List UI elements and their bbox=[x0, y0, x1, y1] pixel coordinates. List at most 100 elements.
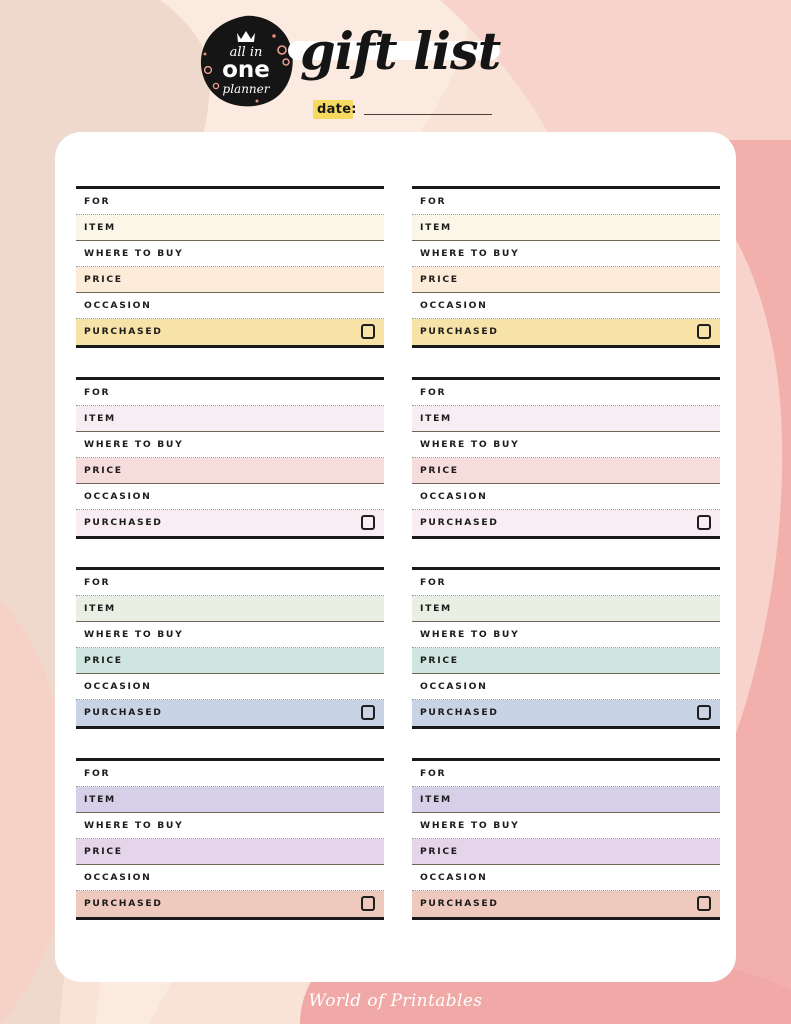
field-price[interactable]: PRICE bbox=[412, 267, 720, 293]
field-occasion[interactable]: OCCASION bbox=[76, 484, 384, 510]
field-where_to_buy-label: WHERE TO BUY bbox=[420, 629, 520, 640]
purchased-checkbox[interactable] bbox=[697, 324, 711, 339]
field-for[interactable]: FOR bbox=[412, 380, 720, 406]
field-where_to_buy[interactable]: WHERE TO BUY bbox=[76, 622, 384, 648]
field-occasion[interactable]: OCCASION bbox=[76, 865, 384, 891]
field-purchased[interactable]: PURCHASED bbox=[76, 319, 384, 345]
purchased-checkbox[interactable] bbox=[361, 895, 375, 911]
field-purchased-label: PURCHASED bbox=[420, 326, 499, 337]
purchased-checkbox[interactable] bbox=[361, 324, 375, 339]
field-where_to_buy[interactable]: WHERE TO BUY bbox=[412, 432, 720, 458]
field-for-label: FOR bbox=[84, 386, 111, 398]
field-purchased-label: PURCHASED bbox=[420, 897, 499, 909]
field-for[interactable]: FOR bbox=[76, 189, 384, 215]
gift-entry-card: FOR ITEM WHERE TO BUY PRICE OCCASION PURCHASE… bbox=[76, 757, 384, 920]
field-where_to_buy[interactable]: WHERE TO BUY bbox=[76, 432, 384, 458]
page-header: all in one planner gift list date: bbox=[0, 0, 791, 132]
page-footer: World of Printables ♡ bbox=[0, 970, 791, 1024]
field-for-label: FOR bbox=[420, 767, 447, 779]
field-for-label: FOR bbox=[420, 577, 447, 588]
field-occasion[interactable]: OCCASION bbox=[412, 484, 720, 510]
field-where_to_buy-label: WHERE TO BUY bbox=[420, 438, 520, 450]
brand-name: World of Printables bbox=[308, 991, 483, 1011]
field-price[interactable]: PRICE bbox=[76, 457, 384, 484]
field-purchased[interactable]: PURCHASED bbox=[76, 700, 384, 726]
field-purchased-label: PURCHASED bbox=[84, 707, 163, 718]
purchased-checkbox[interactable] bbox=[697, 705, 711, 720]
field-purchased[interactable]: PURCHASED bbox=[412, 319, 720, 345]
field-purchased[interactable]: PURCHASED bbox=[412, 890, 720, 917]
field-where_to_buy[interactable]: WHERE TO BUY bbox=[412, 622, 720, 648]
field-price-label: PRICE bbox=[84, 274, 123, 285]
field-for-label: FOR bbox=[84, 577, 111, 588]
field-where_to_buy-label: WHERE TO BUY bbox=[84, 438, 184, 450]
field-item[interactable]: ITEM bbox=[412, 596, 720, 622]
field-item[interactable]: ITEM bbox=[76, 786, 384, 813]
field-price[interactable]: PRICE bbox=[76, 648, 384, 674]
card-row: FOR ITEM WHERE TO BUY PRICE OCCASION PURCHASE… bbox=[76, 757, 720, 920]
field-purchased[interactable]: PURCHASED bbox=[76, 890, 384, 917]
field-for[interactable]: FOR bbox=[412, 570, 720, 596]
all-in-one-planner-logo: all in one planner bbox=[198, 14, 294, 108]
field-for[interactable]: FOR bbox=[412, 761, 720, 787]
purchased-checkbox[interactable] bbox=[697, 514, 711, 530]
field-price[interactable]: PRICE bbox=[412, 838, 720, 865]
field-occasion-label: OCCASION bbox=[84, 490, 152, 502]
heart-icon: ♡ bbox=[485, 970, 498, 985]
gift-entry-card: FOR ITEM WHERE TO BUY PRICE OCCASION PURCHASE… bbox=[76, 186, 384, 348]
field-item[interactable]: ITEM bbox=[76, 215, 384, 241]
logo-dot-1 bbox=[272, 34, 276, 38]
field-item[interactable]: ITEM bbox=[76, 405, 384, 432]
field-for-label: FOR bbox=[84, 767, 111, 779]
field-occasion-label: OCCASION bbox=[84, 871, 152, 883]
field-where_to_buy[interactable]: WHERE TO BUY bbox=[76, 241, 384, 267]
field-price[interactable]: PRICE bbox=[412, 457, 720, 484]
field-occasion-label: OCCASION bbox=[84, 681, 152, 692]
field-for[interactable]: FOR bbox=[412, 189, 720, 215]
field-where_to_buy-label: WHERE TO BUY bbox=[420, 248, 520, 259]
date-label: date: bbox=[317, 102, 357, 117]
field-purchased[interactable]: PURCHASED bbox=[412, 700, 720, 726]
field-occasion[interactable]: OCCASION bbox=[76, 293, 384, 319]
field-for[interactable]: FOR bbox=[76, 570, 384, 596]
field-item[interactable]: ITEM bbox=[412, 405, 720, 432]
field-occasion[interactable]: OCCASION bbox=[412, 674, 720, 700]
field-price[interactable]: PRICE bbox=[412, 648, 720, 674]
field-price-label: PRICE bbox=[420, 274, 459, 285]
field-purchased[interactable]: PURCHASED bbox=[412, 509, 720, 536]
field-item[interactable]: ITEM bbox=[412, 786, 720, 813]
gift-entry-card: FOR ITEM WHERE TO BUY PRICE OCCASION PURCHASE… bbox=[412, 567, 720, 729]
card-row: FOR ITEM WHERE TO BUY PRICE OCCASION PURCHASE… bbox=[76, 186, 720, 348]
field-occasion[interactable]: OCCASION bbox=[76, 674, 384, 700]
field-where_to_buy-label: WHERE TO BUY bbox=[84, 819, 184, 831]
purchased-checkbox[interactable] bbox=[361, 514, 375, 530]
purchased-checkbox[interactable] bbox=[361, 705, 375, 720]
field-item-label: ITEM bbox=[84, 222, 116, 233]
field-price-label: PRICE bbox=[84, 464, 123, 476]
date-input-line[interactable] bbox=[364, 114, 492, 115]
field-item-label: ITEM bbox=[420, 603, 452, 614]
gift-entry-card: FOR ITEM WHERE TO BUY PRICE OCCASION PURCHASE… bbox=[76, 376, 384, 539]
logo-line-3: planner bbox=[223, 82, 271, 96]
field-where_to_buy[interactable]: WHERE TO BUY bbox=[76, 813, 384, 839]
field-for[interactable]: FOR bbox=[76, 761, 384, 787]
field-purchased[interactable]: PURCHASED bbox=[76, 509, 384, 536]
field-occasion[interactable]: OCCASION bbox=[412, 865, 720, 891]
field-item[interactable]: ITEM bbox=[76, 596, 384, 622]
date-field-row[interactable]: date: bbox=[313, 99, 493, 121]
gift-cards-grid: FOR ITEM WHERE TO BUY PRICE OCCASION PURCHASE… bbox=[76, 186, 720, 948]
field-where_to_buy[interactable]: WHERE TO BUY bbox=[412, 813, 720, 839]
gift-entry-card: FOR ITEM WHERE TO BUY PRICE OCCASION PURCHASE… bbox=[412, 376, 720, 539]
field-for[interactable]: FOR bbox=[76, 380, 384, 406]
field-price-label: PRICE bbox=[420, 655, 459, 666]
field-price[interactable]: PRICE bbox=[76, 838, 384, 865]
field-where_to_buy[interactable]: WHERE TO BUY bbox=[412, 241, 720, 267]
field-purchased-label: PURCHASED bbox=[84, 897, 163, 909]
field-item[interactable]: ITEM bbox=[412, 215, 720, 241]
field-item-label: ITEM bbox=[84, 412, 116, 424]
field-item-label: ITEM bbox=[420, 793, 452, 805]
gift-entry-card: FOR ITEM WHERE TO BUY PRICE OCCASION PURCHASE… bbox=[412, 757, 720, 920]
field-price[interactable]: PRICE bbox=[76, 267, 384, 293]
purchased-checkbox[interactable] bbox=[697, 895, 711, 911]
field-occasion[interactable]: OCCASION bbox=[412, 293, 720, 319]
